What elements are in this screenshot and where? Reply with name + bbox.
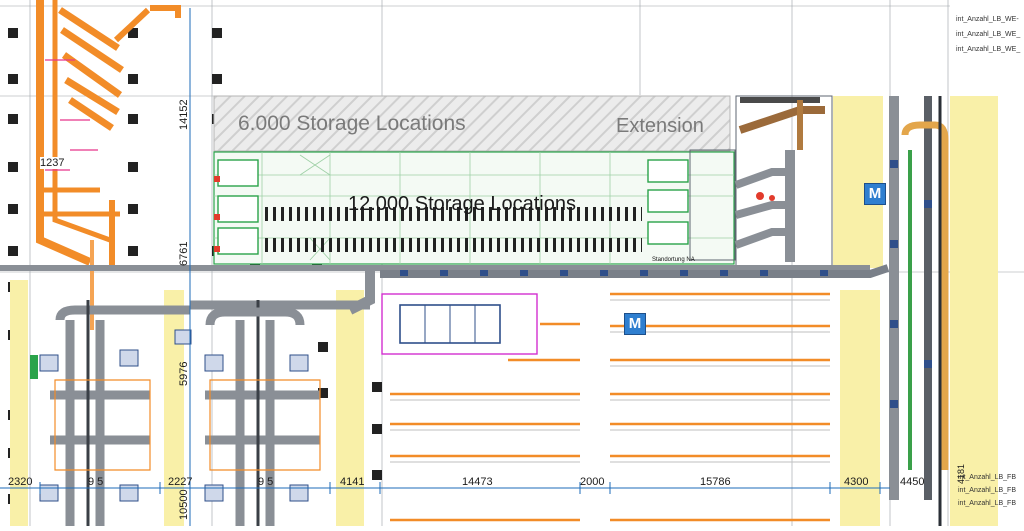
dimension-label: 1237 xyxy=(40,157,65,169)
dimension-label: 9 5 xyxy=(88,476,104,488)
storage-12000-label: 12.000 Storage Locations xyxy=(348,193,576,215)
storage-6000-label: 6.000 Storage Locations xyxy=(238,112,466,135)
m-marker-badge: M xyxy=(864,183,886,205)
small-station-label: Standortung NA xyxy=(652,257,695,263)
office-box xyxy=(381,293,538,355)
m-marker-badge: M xyxy=(624,313,646,335)
layer-list-item: int_Anzahl_LB_FB xyxy=(958,487,1016,494)
goods-in-conveyors xyxy=(734,97,825,262)
layer-list-item: int_Anzahl_LB_WE- xyxy=(956,16,1019,23)
dimension-label: 4141 xyxy=(340,476,365,488)
dimension-label: 4450 xyxy=(900,476,925,488)
layer-list-item: int_Anzahl_LB_FB xyxy=(958,500,1016,507)
vertical-dimension-label: 14152 xyxy=(178,99,190,130)
vertical-dimension-label: 6761 xyxy=(178,241,190,266)
green-exit-sign xyxy=(30,355,38,379)
cad-layout-drawing: 6.000 Storage Locations Extension 12.000… xyxy=(0,0,1024,526)
dimension-label: 14473 xyxy=(462,476,493,488)
dimension-label: 15786 xyxy=(700,476,731,488)
layer-list-item: int_Anzahl_LB_FB xyxy=(958,474,1016,481)
layer-list-item: int_Anzahl_LB_WE_ xyxy=(956,46,1021,53)
dimension-label: 2000 xyxy=(580,476,605,488)
storage-aisle-gaps xyxy=(390,299,830,463)
vertical-dimension-label: 5976 xyxy=(178,361,190,386)
dimension-label: 2227 xyxy=(168,476,193,488)
extension-label: Extension xyxy=(616,115,704,137)
dimension-label: 2320 xyxy=(8,476,33,488)
rack-row-2 xyxy=(262,238,642,252)
dimension-label: 4300 xyxy=(844,476,869,488)
layer-list-item: int_Anzahl_LB_WE_ xyxy=(956,31,1021,38)
vertical-dimension-label: 10500 xyxy=(178,489,190,520)
floorplan-canvas xyxy=(0,0,1024,526)
dimension-label: 9 5 xyxy=(258,476,274,488)
right-conveyor-loop xyxy=(889,96,949,526)
